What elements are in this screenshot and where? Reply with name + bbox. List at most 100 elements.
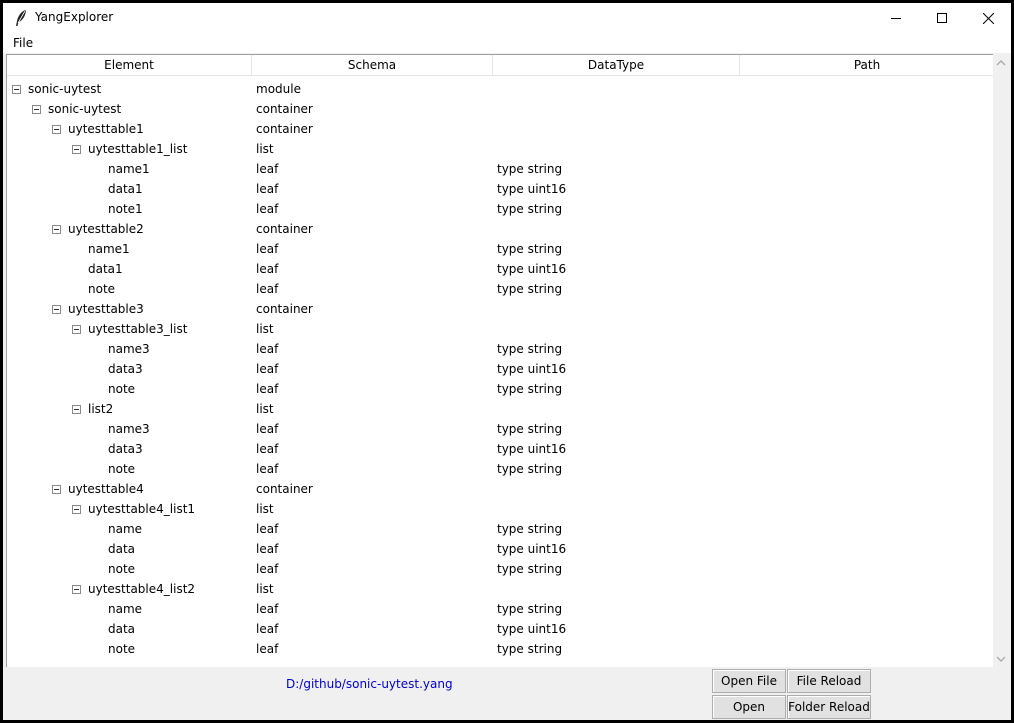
tree-row[interactable]: note1 leaf type string bbox=[7, 199, 994, 219]
collapse-toggle-icon[interactable] bbox=[52, 125, 61, 134]
schema-cell: container bbox=[256, 482, 313, 496]
maximize-icon bbox=[937, 13, 947, 23]
collapse-toggle-icon[interactable] bbox=[72, 325, 81, 334]
element-cell: sonic-uytest bbox=[28, 82, 102, 96]
collapse-toggle-icon[interactable] bbox=[72, 405, 81, 414]
tree-row[interactable]: note leaf type string bbox=[7, 639, 994, 659]
schema-cell: leaf bbox=[256, 622, 279, 636]
datatype-cell: type string bbox=[497, 242, 563, 256]
schema-cell: list bbox=[256, 402, 274, 416]
collapse-toggle-icon[interactable] bbox=[32, 105, 41, 114]
collapse-toggle-icon[interactable] bbox=[52, 225, 61, 234]
tree-row[interactable]: name leaf type string bbox=[7, 519, 994, 539]
tree-row[interactable]: data3 leaf type uint16 bbox=[7, 359, 994, 379]
schema-cell: leaf bbox=[256, 182, 279, 196]
tree-row[interactable]: list2 list bbox=[7, 399, 994, 419]
element-cell: uytesttable1_list bbox=[88, 142, 188, 156]
datatype-cell: type string bbox=[497, 522, 563, 536]
feather-icon bbox=[13, 9, 29, 27]
open-file-button[interactable]: Open File bbox=[712, 669, 786, 693]
file-reload-button[interactable]: File Reload bbox=[787, 669, 871, 693]
tree-row[interactable]: uytesttable3 container bbox=[7, 299, 994, 319]
schema-cell: list bbox=[256, 502, 274, 516]
element-cell: data3 bbox=[108, 362, 143, 376]
element-cell: name3 bbox=[108, 422, 150, 436]
element-cell: note bbox=[88, 282, 116, 296]
yang-tree-view[interactable]: Element Schema DataType Path sonic-uytes… bbox=[6, 54, 995, 668]
tree-header: Element Schema DataType Path bbox=[7, 55, 994, 77]
tree-row[interactable]: sonic-uytest module bbox=[7, 79, 994, 99]
tree-row[interactable]: name3 leaf type string bbox=[7, 339, 994, 359]
schema-cell: leaf bbox=[256, 462, 279, 476]
element-cell: uytesttable3_list bbox=[88, 322, 188, 336]
datatype-cell: type string bbox=[497, 202, 563, 216]
tree-row[interactable]: data1 leaf type uint16 bbox=[7, 179, 994, 199]
schema-cell: leaf bbox=[256, 342, 279, 356]
datatype-cell: type string bbox=[497, 602, 563, 616]
datatype-cell: type string bbox=[497, 642, 563, 656]
tree-row[interactable]: uytesttable2 container bbox=[7, 219, 994, 239]
element-cell: data1 bbox=[88, 262, 123, 276]
datatype-cell: type string bbox=[497, 162, 563, 176]
column-header-datatype[interactable]: DataType bbox=[493, 55, 740, 76]
element-cell: uytesttable4_list1 bbox=[88, 502, 196, 516]
minimize-button[interactable] bbox=[873, 3, 919, 33]
datatype-cell: type string bbox=[497, 342, 563, 356]
tree-row[interactable]: sonic-uytest container bbox=[7, 99, 994, 119]
column-header-path[interactable]: Path bbox=[740, 55, 994, 76]
tree-row[interactable]: data3 leaf type uint16 bbox=[7, 439, 994, 459]
tree-row[interactable]: data1 leaf type uint16 bbox=[7, 259, 994, 279]
schema-cell: leaf bbox=[256, 602, 279, 616]
schema-cell: container bbox=[256, 122, 313, 136]
element-cell: name bbox=[108, 602, 143, 616]
tree-row[interactable]: name1 leaf type string bbox=[7, 159, 994, 179]
tree-row[interactable]: name3 leaf type string bbox=[7, 419, 994, 439]
tree-row[interactable]: note leaf type string bbox=[7, 459, 994, 479]
menu-file[interactable]: File bbox=[13, 36, 33, 50]
tree-row[interactable]: name leaf type string bbox=[7, 599, 994, 619]
tree-row[interactable]: uytesttable4_list2 list bbox=[7, 579, 994, 599]
app-window: YangExplorer File Element Schema DataTyp… bbox=[3, 3, 1011, 720]
tree-row[interactable]: data leaf type uint16 bbox=[7, 619, 994, 639]
collapse-toggle-icon[interactable] bbox=[72, 585, 81, 594]
tree-row[interactable]: name1 leaf type string bbox=[7, 239, 994, 259]
column-header-schema[interactable]: Schema bbox=[252, 55, 493, 76]
schema-cell: list bbox=[256, 322, 274, 336]
maximize-button[interactable] bbox=[919, 3, 965, 33]
vertical-scrollbar[interactable] bbox=[993, 54, 1008, 668]
element-cell: uytesttable4 bbox=[68, 482, 144, 496]
tree-row[interactable]: uytesttable1_list list bbox=[7, 139, 994, 159]
tree-row[interactable]: uytesttable4_list1 list bbox=[7, 499, 994, 519]
datatype-cell: type uint16 bbox=[497, 442, 567, 456]
scroll-down-icon[interactable] bbox=[996, 654, 1006, 664]
schema-cell: leaf bbox=[256, 442, 279, 456]
datatype-cell: type uint16 bbox=[497, 622, 567, 636]
datatype-cell: type string bbox=[497, 422, 563, 436]
element-cell: name1 bbox=[88, 242, 130, 256]
tree-row[interactable]: uytesttable1 container bbox=[7, 119, 994, 139]
tree-row[interactable]: data leaf type uint16 bbox=[7, 539, 994, 559]
element-cell: uytesttable2 bbox=[68, 222, 144, 236]
collapse-toggle-icon[interactable] bbox=[52, 305, 61, 314]
schema-cell: container bbox=[256, 102, 313, 116]
open-folder-button[interactable]: Open Folder bbox=[712, 695, 786, 719]
folder-reload-button[interactable]: Folder Reload bbox=[787, 695, 871, 719]
status-bar: D:/github/sonic-uytest.yang Open File Fi… bbox=[6, 667, 1011, 720]
close-button[interactable] bbox=[965, 3, 1011, 33]
collapse-toggle-icon[interactable] bbox=[12, 85, 21, 94]
collapse-toggle-icon[interactable] bbox=[52, 485, 61, 494]
schema-cell: list bbox=[256, 142, 274, 156]
scroll-up-icon[interactable] bbox=[996, 58, 1006, 68]
schema-cell: container bbox=[256, 222, 313, 236]
datatype-cell: type string bbox=[497, 462, 563, 476]
collapse-toggle-icon[interactable] bbox=[72, 505, 81, 514]
collapse-toggle-icon[interactable] bbox=[72, 145, 81, 154]
column-header-element[interactable]: Element bbox=[7, 55, 252, 76]
element-cell: note bbox=[108, 642, 136, 656]
tree-row[interactable]: uytesttable3_list list bbox=[7, 319, 994, 339]
tree-row[interactable]: note leaf type string bbox=[7, 279, 994, 299]
tree-row[interactable]: note leaf type string bbox=[7, 559, 994, 579]
tree-row[interactable]: note leaf type string bbox=[7, 379, 994, 399]
tree-row[interactable]: uytesttable4 container bbox=[7, 479, 994, 499]
schema-cell: leaf bbox=[256, 642, 279, 656]
